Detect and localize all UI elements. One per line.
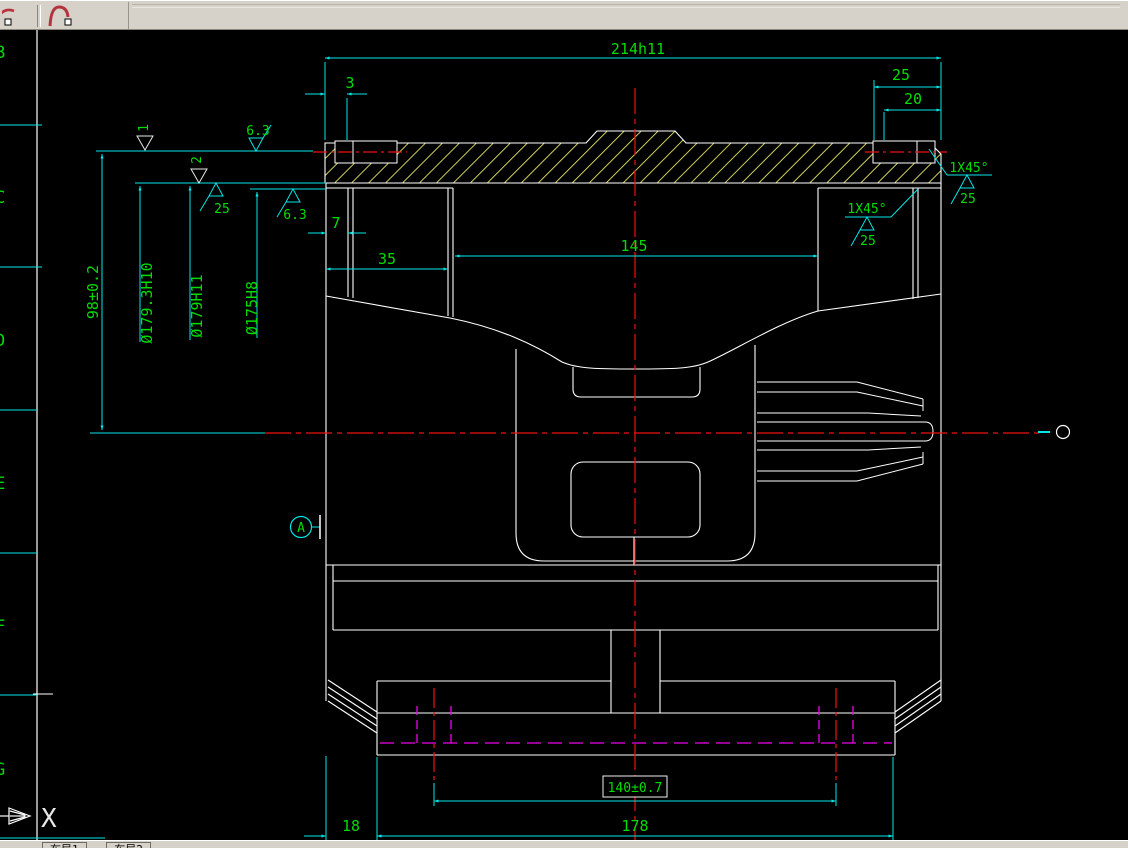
curve-tool-button[interactable] [0, 2, 34, 29]
toolbar-separator [37, 4, 41, 27]
chamfer-note-2: 1X45° [847, 202, 886, 217]
dim-right-25: 25 [892, 66, 910, 84]
triangle-mark-number: 1 [137, 124, 152, 132]
drawing-frame: B C D E F G [0, 30, 105, 840]
zone-label: G [0, 760, 5, 780]
dim-base-178: 178 [621, 817, 648, 835]
application-window: B C D E F G X A 214h11 3 25 20 7 35 145 … [0, 0, 1128, 848]
tab-layout-2[interactable]: 布局2 [106, 842, 151, 848]
layout-tab-bar: 布局1 布局2 [0, 840, 1128, 848]
dim-right-20: 20 [904, 90, 922, 108]
roughness-value: 25 [960, 192, 976, 207]
roughness-value: 6.3 [246, 124, 269, 139]
triangle-mark-number: 2 [190, 156, 205, 164]
dim-dia-179-3: Ø179.3H10 [138, 262, 156, 343]
phantom-lines [380, 706, 892, 744]
dim-dia-179: Ø179H11 [188, 274, 206, 337]
drawing-canvas[interactable]: B C D E F G X A 214h11 3 25 20 7 35 145 … [0, 0, 1128, 848]
dim-base-18: 18 [342, 817, 360, 835]
roughness-value: 6.3 [283, 208, 306, 223]
roughness-value: 25 [860, 234, 876, 249]
dim-height-98: 98±0.2 [84, 265, 102, 319]
zone-label: E [0, 474, 5, 494]
dim-overall-width: 214h11 [611, 40, 665, 58]
dim-width-145: 145 [620, 237, 647, 255]
zone-label: B [0, 43, 5, 63]
datum-label: A [297, 521, 305, 536]
dim-width-35: 35 [378, 250, 396, 268]
toolbar-button-group [0, 2, 129, 29]
zone-label: F [0, 617, 5, 637]
datum-marker-a: A [289, 515, 321, 539]
roughness-value: 25 [214, 202, 230, 217]
dim-depth-7: 7 [331, 214, 340, 232]
curve-tool-icon [2, 8, 15, 25]
toolbar [0, 0, 1128, 30]
ucs-x-axis-label: X [41, 804, 57, 834]
spline-arc-tool-button[interactable] [44, 2, 78, 29]
spline-arc-tool-icon [48, 4, 72, 26]
zone-label: D [0, 331, 5, 351]
dim-base-140: 140±0.7 [608, 781, 663, 796]
ucs-icon [0, 807, 32, 825]
spline-shaft-profile [757, 381, 934, 482]
part-flange-section [324, 130, 942, 184]
dim-dia-175: Ø175H8 [243, 281, 261, 335]
toolbar-groove [132, 4, 1120, 8]
tab-layout-1[interactable]: 布局1 [42, 842, 87, 848]
chamfer-note-1: 1X45° [949, 161, 988, 176]
centerlines [265, 88, 1040, 841]
centerline-end-marker [1038, 424, 1071, 440]
zone-label: C [0, 188, 5, 208]
dim-offset-3: 3 [345, 74, 354, 92]
